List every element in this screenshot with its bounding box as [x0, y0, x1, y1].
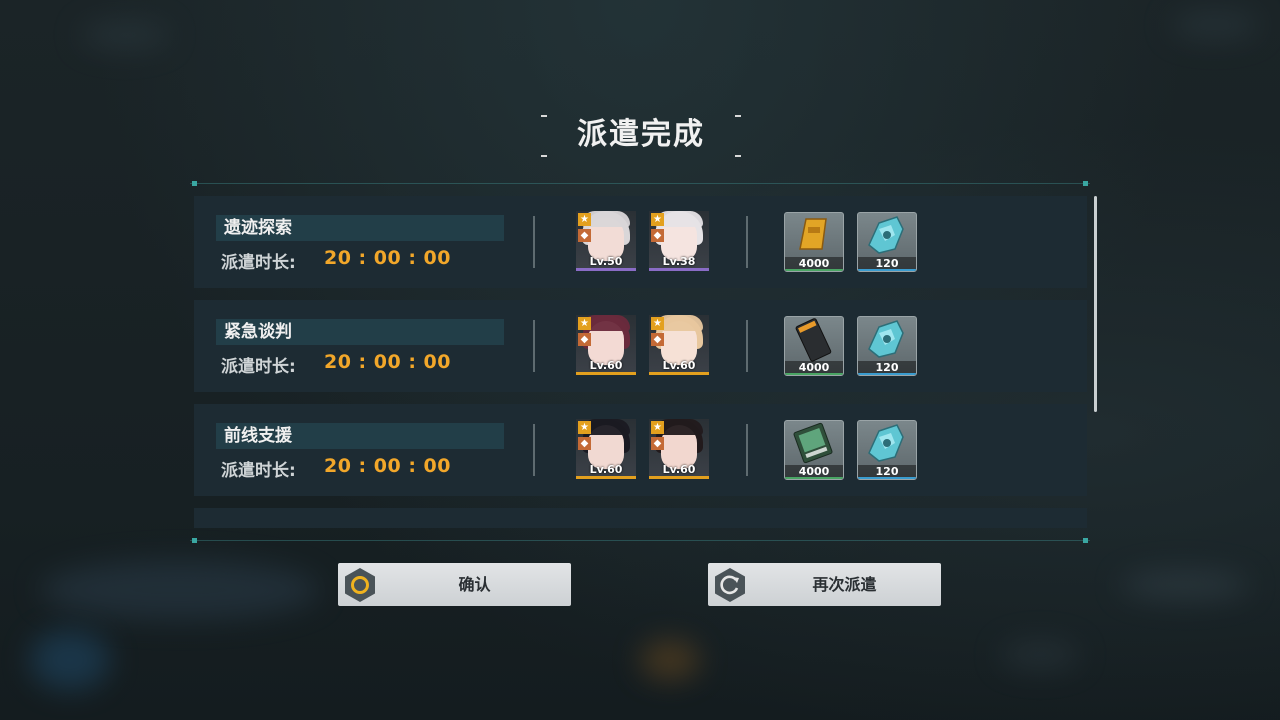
background-decoration — [1120, 570, 1250, 600]
star-icon: ★ — [578, 317, 591, 330]
class-icon: ◆ — [651, 333, 664, 346]
class-icon: ◆ — [578, 437, 591, 450]
rarity-bar — [649, 476, 709, 479]
reward-item[interactable]: 4000 — [784, 420, 844, 480]
class-icon: ◆ — [578, 333, 591, 346]
reward-item[interactable]: 4000 — [784, 212, 844, 272]
duration-label: 派遣时长: — [221, 253, 296, 273]
character-level: Lv.38 — [662, 255, 696, 268]
divider — [533, 216, 535, 268]
redispatch-button[interactable]: 再次派遣 — [708, 563, 941, 606]
divider — [533, 424, 535, 476]
dialog-title-text: 派遣完成 — [577, 117, 705, 152]
divider — [746, 424, 748, 476]
class-icon: ◆ — [651, 229, 664, 242]
mission-row: 前线支援派遣时长: 20 : 00 : 00 ★ ◆ Lv.60 ★ ◆ Lv.60 4000 1… — [194, 404, 1087, 496]
mission-row: 遗迹探索派遣时长: 20 : 00 : 00 ★ ◆ Lv.50 ★ ◆ Lv.38 4000 1… — [194, 196, 1087, 288]
character-portrait[interactable]: ★ ◆ Lv.60 — [576, 315, 636, 375]
duration-value: 20 : 00 : 00 — [324, 247, 451, 269]
redispatch-button-label: 再次派遣 — [812, 575, 877, 594]
character-level: Lv.60 — [589, 463, 623, 476]
character-portrait[interactable]: ★ ◆ Lv.50 — [576, 211, 636, 271]
character-portrait[interactable]: ★ ◆ Lv.60 — [649, 419, 709, 479]
confirm-button[interactable]: 确认 — [338, 563, 571, 606]
reward-item[interactable]: 120 — [857, 316, 917, 376]
reward-quality-bar — [858, 269, 916, 271]
dialog-title: 派遣完成 — [541, 113, 741, 157]
mission-name: 遗迹探索 — [224, 218, 292, 238]
duration-label: 派遣时长: — [221, 461, 296, 481]
divider — [746, 320, 748, 372]
mission-name: 前线支援 — [224, 426, 292, 446]
reward-quality-bar — [785, 373, 843, 375]
star-icon: ★ — [651, 213, 664, 226]
rarity-bar — [576, 268, 636, 271]
divider — [746, 216, 748, 268]
star-icon: ★ — [651, 317, 664, 330]
character-level: Lv.60 — [589, 359, 623, 372]
mission-list[interactable]: 遗迹探索 派遣时长: 20 : 00 : 00 ★ ◆ Lv.50 ★ ◆ Lv.38 4000 1… — [194, 196, 1087, 528]
character-portrait[interactable]: ★ ◆ Lv.38 — [649, 211, 709, 271]
rarity-bar — [576, 372, 636, 375]
class-icon: ◆ — [578, 229, 591, 242]
scrollbar[interactable] — [1094, 196, 1097, 412]
rarity-bar — [649, 268, 709, 271]
background-decoration — [640, 640, 700, 680]
reward-item[interactable]: 4000 — [784, 316, 844, 376]
class-icon: ◆ — [651, 437, 664, 450]
duration-label: 派遣时长: — [221, 357, 296, 377]
duration-value: 20 : 00 : 00 — [324, 351, 451, 373]
reward-quality-bar — [785, 477, 843, 479]
reward-quality-bar — [858, 373, 916, 375]
reward-quality-bar — [858, 477, 916, 479]
character-level: Lv.60 — [662, 463, 696, 476]
star-icon: ★ — [651, 421, 664, 434]
reward-item[interactable]: 120 — [857, 420, 917, 480]
star-icon: ★ — [578, 421, 591, 434]
refresh-icon — [715, 568, 745, 602]
background-decoration — [1170, 10, 1260, 40]
character-level: Lv.60 — [662, 359, 696, 372]
character-portrait[interactable]: ★ ◆ Lv.60 — [649, 315, 709, 375]
reward-item[interactable]: 120 — [857, 212, 917, 272]
reward-quality-bar — [785, 269, 843, 271]
confirm-button-label: 确认 — [458, 575, 491, 594]
background-decoration — [40, 560, 320, 620]
background-decoration — [80, 20, 170, 50]
character-portrait[interactable]: ★ ◆ Lv.60 — [576, 419, 636, 479]
mission-row-partial — [194, 508, 1087, 528]
background-decoration — [1000, 640, 1080, 670]
rarity-bar — [649, 372, 709, 375]
confirm-circle-icon — [345, 568, 375, 602]
mission-name: 紧急谈判 — [224, 322, 292, 342]
mission-row: 紧急谈判派遣时长: 20 : 00 : 00 ★ ◆ Lv.60 ★ ◆ Lv.60 4000 1… — [194, 300, 1087, 392]
divider — [533, 320, 535, 372]
background-decoration — [30, 630, 110, 690]
rarity-bar — [576, 476, 636, 479]
duration-value: 20 : 00 : 00 — [324, 455, 451, 477]
star-icon: ★ — [578, 213, 591, 226]
character-level: Lv.50 — [589, 255, 623, 268]
